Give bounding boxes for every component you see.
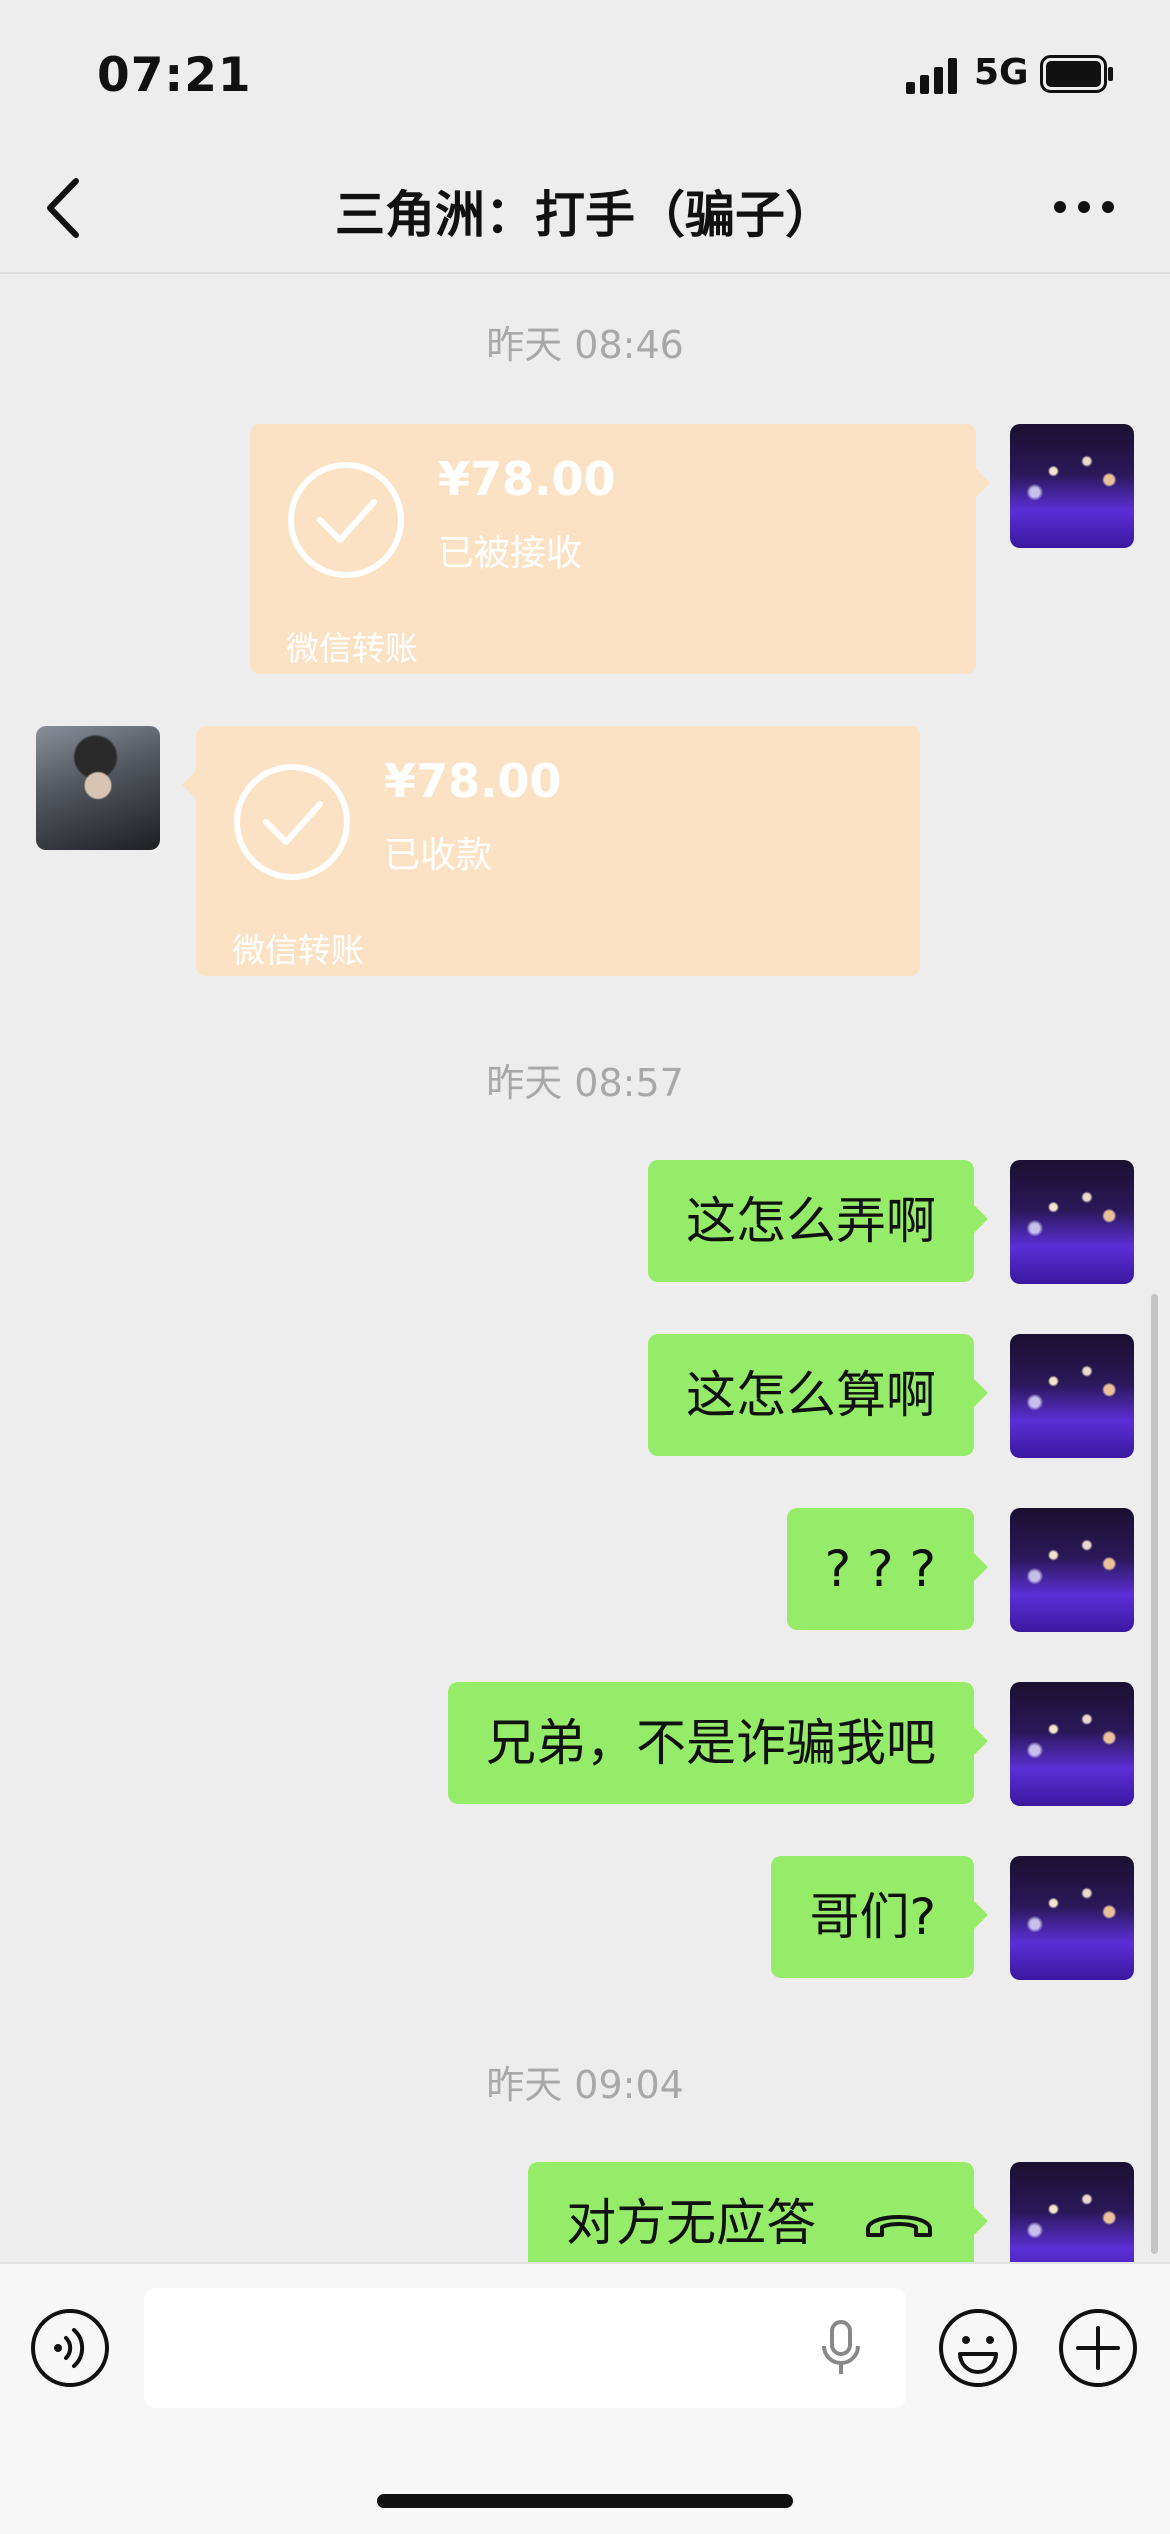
battery-icon	[1040, 55, 1113, 93]
self-avatar[interactable]	[1010, 1682, 1134, 1806]
self-avatar[interactable]	[1010, 424, 1134, 548]
call-record-bubble[interactable]: 对方无应答	[528, 2162, 988, 2262]
timestamp: 昨天 08:57	[486, 1061, 684, 1105]
microphone-icon[interactable]	[816, 2318, 866, 2378]
phone-hangup-icon	[866, 2214, 932, 2237]
self-avatar[interactable]	[1010, 2162, 1134, 2262]
check-circle-icon	[288, 462, 404, 578]
input-bar	[0, 2262, 1170, 2534]
message-bubble[interactable]: ? ? ?	[786, 1508, 989, 1630]
transfer-amount: ¥78.00	[384, 754, 562, 808]
emoji-icon[interactable]	[938, 2308, 1018, 2388]
more-dots-icon[interactable]	[1052, 195, 1116, 219]
network-type: 5G	[974, 52, 1029, 93]
message-bubble[interactable]: 这怎么算啊	[648, 1334, 988, 1456]
message-input[interactable]	[144, 2288, 906, 2408]
status-time: 07:21	[97, 48, 252, 103]
self-avatar[interactable]	[1010, 1334, 1134, 1458]
cellular-signal-icon	[906, 58, 957, 94]
timestamp: 昨天 09:04	[486, 2063, 684, 2107]
timestamp: 昨天 08:46	[486, 323, 684, 367]
message-bubble[interactable]: 兄弟，不是诈骗我吧	[448, 1682, 988, 1804]
message-bubble[interactable]: 这怎么弄啊	[648, 1160, 988, 1282]
transfer-label: 微信转账	[286, 629, 418, 668]
chat-area[interactable]: 昨天 08:46 ¥78.00 已被接收 微信转账 ¥78.00 已收款 微信转…	[0, 274, 1170, 2262]
transfer-status: 已被接收	[438, 533, 583, 574]
check-circle-icon	[234, 764, 350, 880]
back-button[interactable]	[40, 175, 90, 241]
plus-circle-icon[interactable]	[1058, 2308, 1138, 2388]
call-status-text: 对方无应答	[566, 2194, 817, 2252]
self-avatar[interactable]	[1010, 1160, 1134, 1284]
voice-mode-icon[interactable]	[30, 2308, 110, 2388]
self-avatar[interactable]	[1010, 1856, 1134, 1980]
message-bubble[interactable]: 哥们?	[771, 1856, 988, 1978]
home-indicator	[377, 2494, 793, 2508]
transfer-amount: ¥78.00	[438, 452, 616, 506]
transfer-card[interactable]: ¥78.00 已被接收 微信转账	[250, 424, 990, 674]
scrollbar[interactable]	[1151, 1294, 1158, 2254]
chat-title: 三角洲：打手（骗子）	[335, 186, 835, 244]
contact-avatar[interactable]	[36, 726, 160, 850]
transfer-card[interactable]: ¥78.00 已收款 微信转账	[182, 726, 920, 976]
transfer-status: 已收款	[384, 835, 493, 876]
top-bar: 07:21 5G 三角洲：打手（骗子）	[0, 0, 1170, 274]
self-avatar[interactable]	[1010, 1508, 1134, 1632]
transfer-label: 微信转账	[232, 931, 364, 970]
